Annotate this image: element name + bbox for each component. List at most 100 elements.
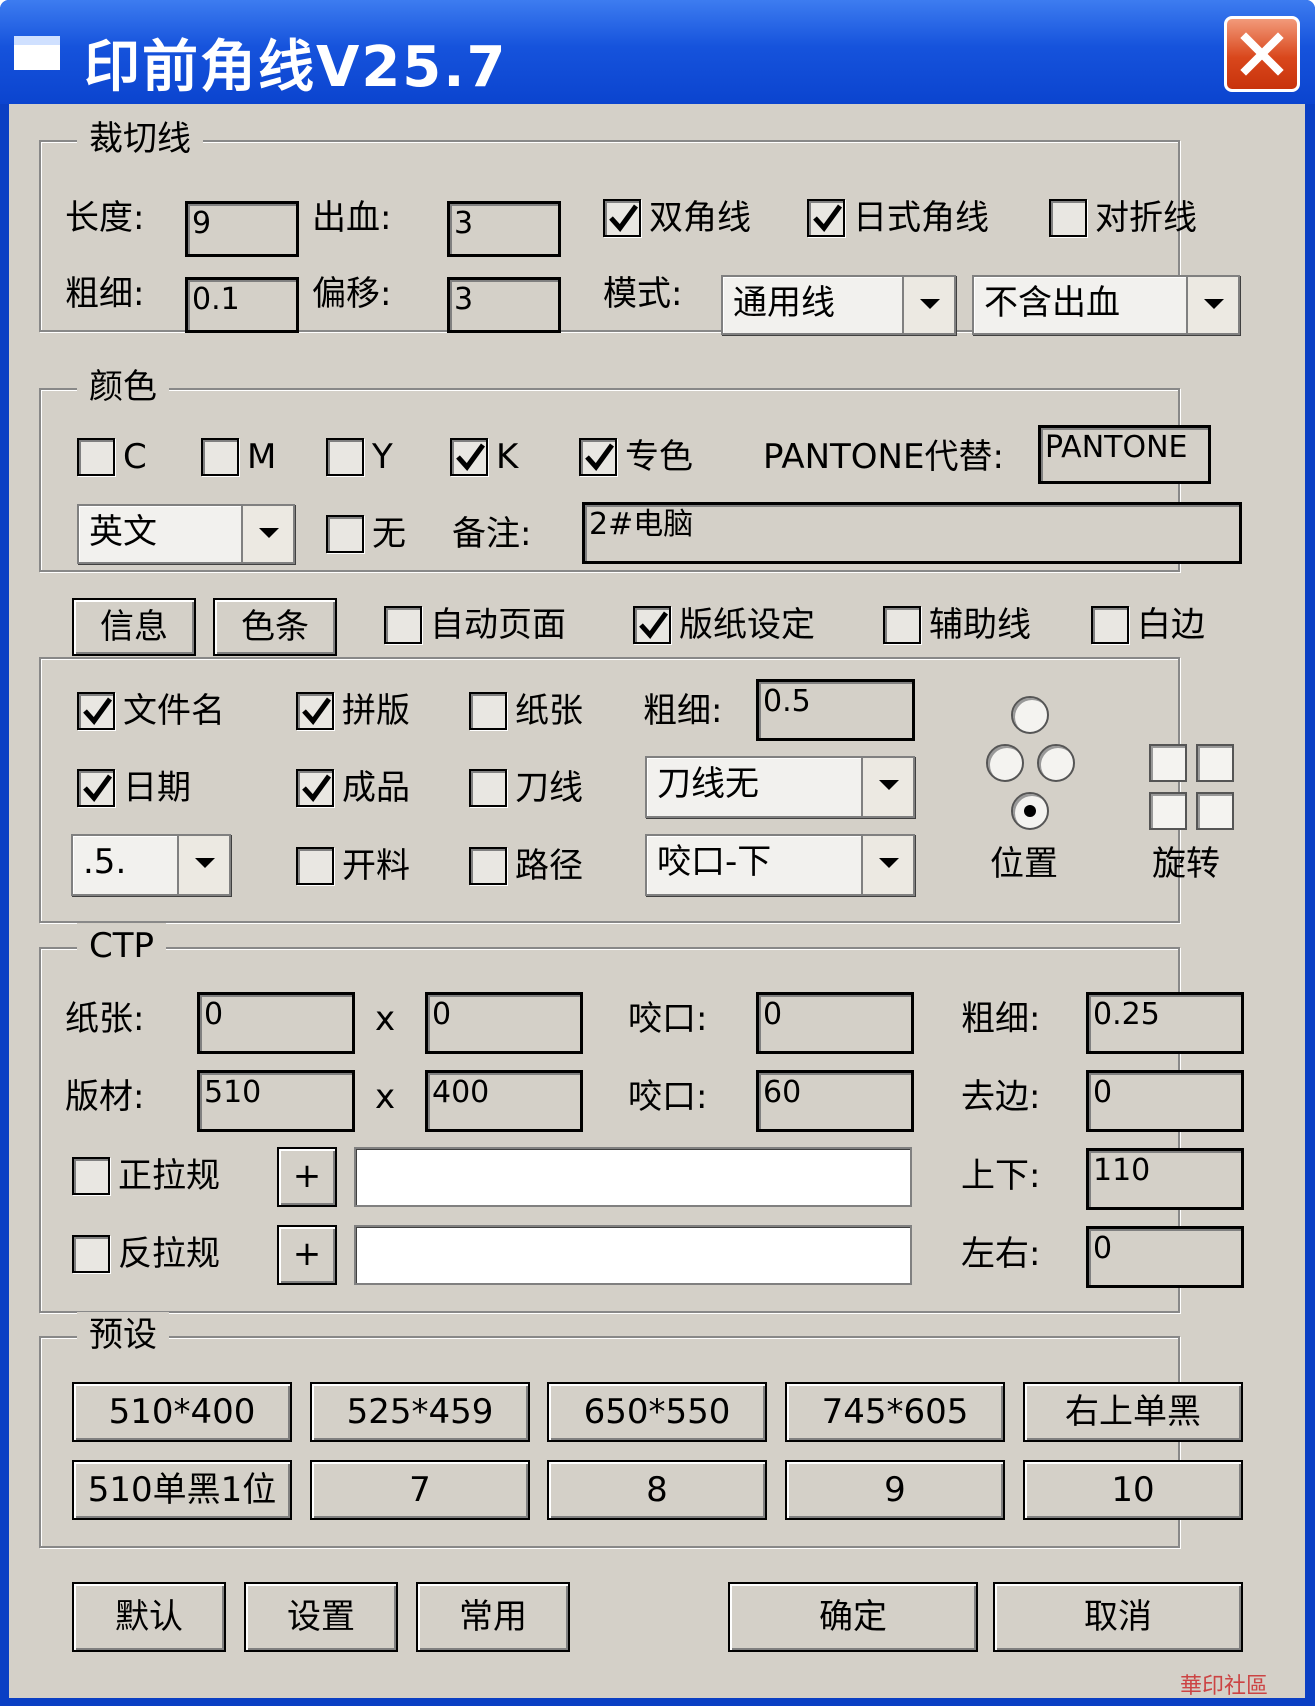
date-box[interactable] <box>77 769 115 807</box>
k-box[interactable] <box>450 438 488 476</box>
position-bottom-radio[interactable] <box>1011 792 1049 830</box>
ctp-legend: CTP <box>77 923 167 969</box>
ctp-gripper2-field[interactable]: 60 <box>756 1070 914 1132</box>
common-button[interactable]: 常用 <box>416 1582 570 1652</box>
white-edge-box[interactable] <box>1091 606 1129 644</box>
bleed-field[interactable]: 3 <box>447 201 561 257</box>
plus-icon: + <box>292 1234 322 1274</box>
cutting-box[interactable] <box>296 847 334 885</box>
chevron-down-icon[interactable] <box>1186 277 1238 333</box>
thickness-field[interactable]: 0.1 <box>185 277 299 333</box>
length-field[interactable]: 9 <box>185 201 299 257</box>
none-box[interactable] <box>326 515 364 553</box>
language-select[interactable]: 英文 <box>77 504 295 564</box>
ctp-leftright-field[interactable]: 0 <box>1086 1226 1244 1288</box>
c-box[interactable] <box>77 438 115 476</box>
note-label: 备注: <box>452 514 532 554</box>
c-label: C <box>123 437 147 477</box>
path-box[interactable] <box>469 847 507 885</box>
close-button[interactable] <box>1224 16 1300 92</box>
ctp-thickness-field[interactable]: 0.25 <box>1086 992 1244 1054</box>
double-corner-box[interactable] <box>603 199 641 237</box>
imposition-box[interactable] <box>296 692 334 730</box>
default-button[interactable]: 默认 <box>72 1582 226 1652</box>
front-lay-field[interactable] <box>354 1147 912 1207</box>
paper-box[interactable] <box>469 692 507 730</box>
chevron-down-icon[interactable] <box>902 277 954 333</box>
cancel-button[interactable]: 取消 <box>993 1582 1243 1652</box>
front-lay-box[interactable] <box>72 1157 110 1195</box>
japanese-corner-label: 日式角线 <box>853 198 989 238</box>
auto-page-box[interactable] <box>384 606 422 644</box>
preset-button-5[interactable]: 右上单黑 <box>1023 1382 1243 1442</box>
fold-line-box[interactable] <box>1049 199 1087 237</box>
plate-thickness-field[interactable]: 0.5 <box>756 679 915 741</box>
pantone-field[interactable]: PANTONE <box>1038 425 1211 484</box>
rotate-cell-3[interactable] <box>1149 792 1187 830</box>
offset-field[interactable]: 3 <box>447 277 561 333</box>
check-icon <box>302 774 332 802</box>
position-left-radio[interactable] <box>986 744 1024 782</box>
plate-setting-box[interactable] <box>633 606 671 644</box>
ctp-plate-label: 版材: <box>65 1077 145 1117</box>
knife-select[interactable]: 刀线无 <box>645 756 915 818</box>
preset-button-2[interactable]: 525*459 <box>310 1382 530 1442</box>
back-lay-plus-button[interactable]: + <box>277 1225 337 1285</box>
chevron-down-icon[interactable] <box>241 506 293 562</box>
position-top-radio[interactable] <box>1011 696 1049 734</box>
rotate-cell-2[interactable] <box>1196 744 1234 782</box>
offset-label: 偏移: <box>312 274 392 314</box>
chevron-down-icon[interactable] <box>177 836 229 894</box>
language-select-value: 英文 <box>89 512 157 552</box>
color-bar-button-label: 色条 <box>241 607 309 647</box>
ctp-trim-label: 去边: <box>961 1077 1041 1117</box>
ctp-paper-width-field[interactable]: 0 <box>197 992 355 1054</box>
preset-button-10[interactable]: 10 <box>1023 1460 1243 1520</box>
back-lay-box[interactable] <box>72 1235 110 1273</box>
title-bar[interactable]: 印前角线V25.7 <box>0 0 1315 104</box>
front-lay-label: 正拉规 <box>118 1156 220 1196</box>
path-label: 路径 <box>515 846 583 886</box>
ctp-updown-field[interactable]: 110 <box>1086 1148 1244 1210</box>
ctp-plate-width-field[interactable]: 510 <box>197 1070 355 1132</box>
knife-line-box[interactable] <box>469 769 507 807</box>
guide-line-box[interactable] <box>883 606 921 644</box>
spot-color-box[interactable] <box>579 438 617 476</box>
preset-button-1[interactable]: 510*400 <box>72 1382 292 1442</box>
finished-box[interactable] <box>296 769 334 807</box>
ctp-paper-height-field[interactable]: 0 <box>425 992 583 1054</box>
settings-button[interactable]: 设置 <box>244 1582 398 1652</box>
gripper-select[interactable]: 咬口-下 <box>645 834 915 896</box>
preset-button-3[interactable]: 650*550 <box>547 1382 767 1442</box>
ctp-trim-field[interactable]: 0 <box>1086 1070 1244 1132</box>
back-lay-field[interactable] <box>354 1225 912 1285</box>
bleed-mode-select[interactable]: 不含出血 <box>972 275 1240 335</box>
chevron-down-icon[interactable] <box>861 758 913 816</box>
color-bar-button[interactable]: 色条 <box>213 598 337 656</box>
rotate-cell-4[interactable] <box>1196 792 1234 830</box>
front-lay-plus-button[interactable]: + <box>277 1147 337 1207</box>
ctp-gripper1-field[interactable]: 0 <box>756 992 914 1054</box>
chevron-down-icon[interactable] <box>861 836 913 894</box>
dialog-client: 裁切线 长度: 9 出血: 3 双角线 日式角线 对折线 粗细: 0.1 偏移:… <box>9 104 1305 1698</box>
y-box[interactable] <box>326 438 364 476</box>
mode-select[interactable]: 通用线 <box>721 275 956 335</box>
preset-button-6[interactable]: 510单黑1位 <box>72 1460 292 1520</box>
preset-button-9[interactable]: 9 <box>785 1460 1005 1520</box>
note-field[interactable]: 2#电脑 <box>582 502 1242 564</box>
check-icon <box>585 443 615 471</box>
ctp-plate-height-field[interactable]: 400 <box>425 1070 583 1132</box>
rotate-cell-1[interactable] <box>1149 744 1187 782</box>
ok-button[interactable]: 确定 <box>728 1582 978 1652</box>
preset-button-7[interactable]: 7 <box>310 1460 530 1520</box>
position-right-radio[interactable] <box>1037 744 1075 782</box>
preset-label: 7 <box>409 1470 431 1510</box>
preset-button-4[interactable]: 745*605 <box>785 1382 1005 1442</box>
font-size-select[interactable]: .5. <box>71 834 231 896</box>
preset-button-8[interactable]: 8 <box>547 1460 767 1520</box>
info-button[interactable]: 信息 <box>72 598 196 656</box>
filename-box[interactable] <box>77 692 115 730</box>
double-corner-label: 双角线 <box>649 198 751 238</box>
m-box[interactable] <box>201 438 239 476</box>
japanese-corner-box[interactable] <box>807 199 845 237</box>
